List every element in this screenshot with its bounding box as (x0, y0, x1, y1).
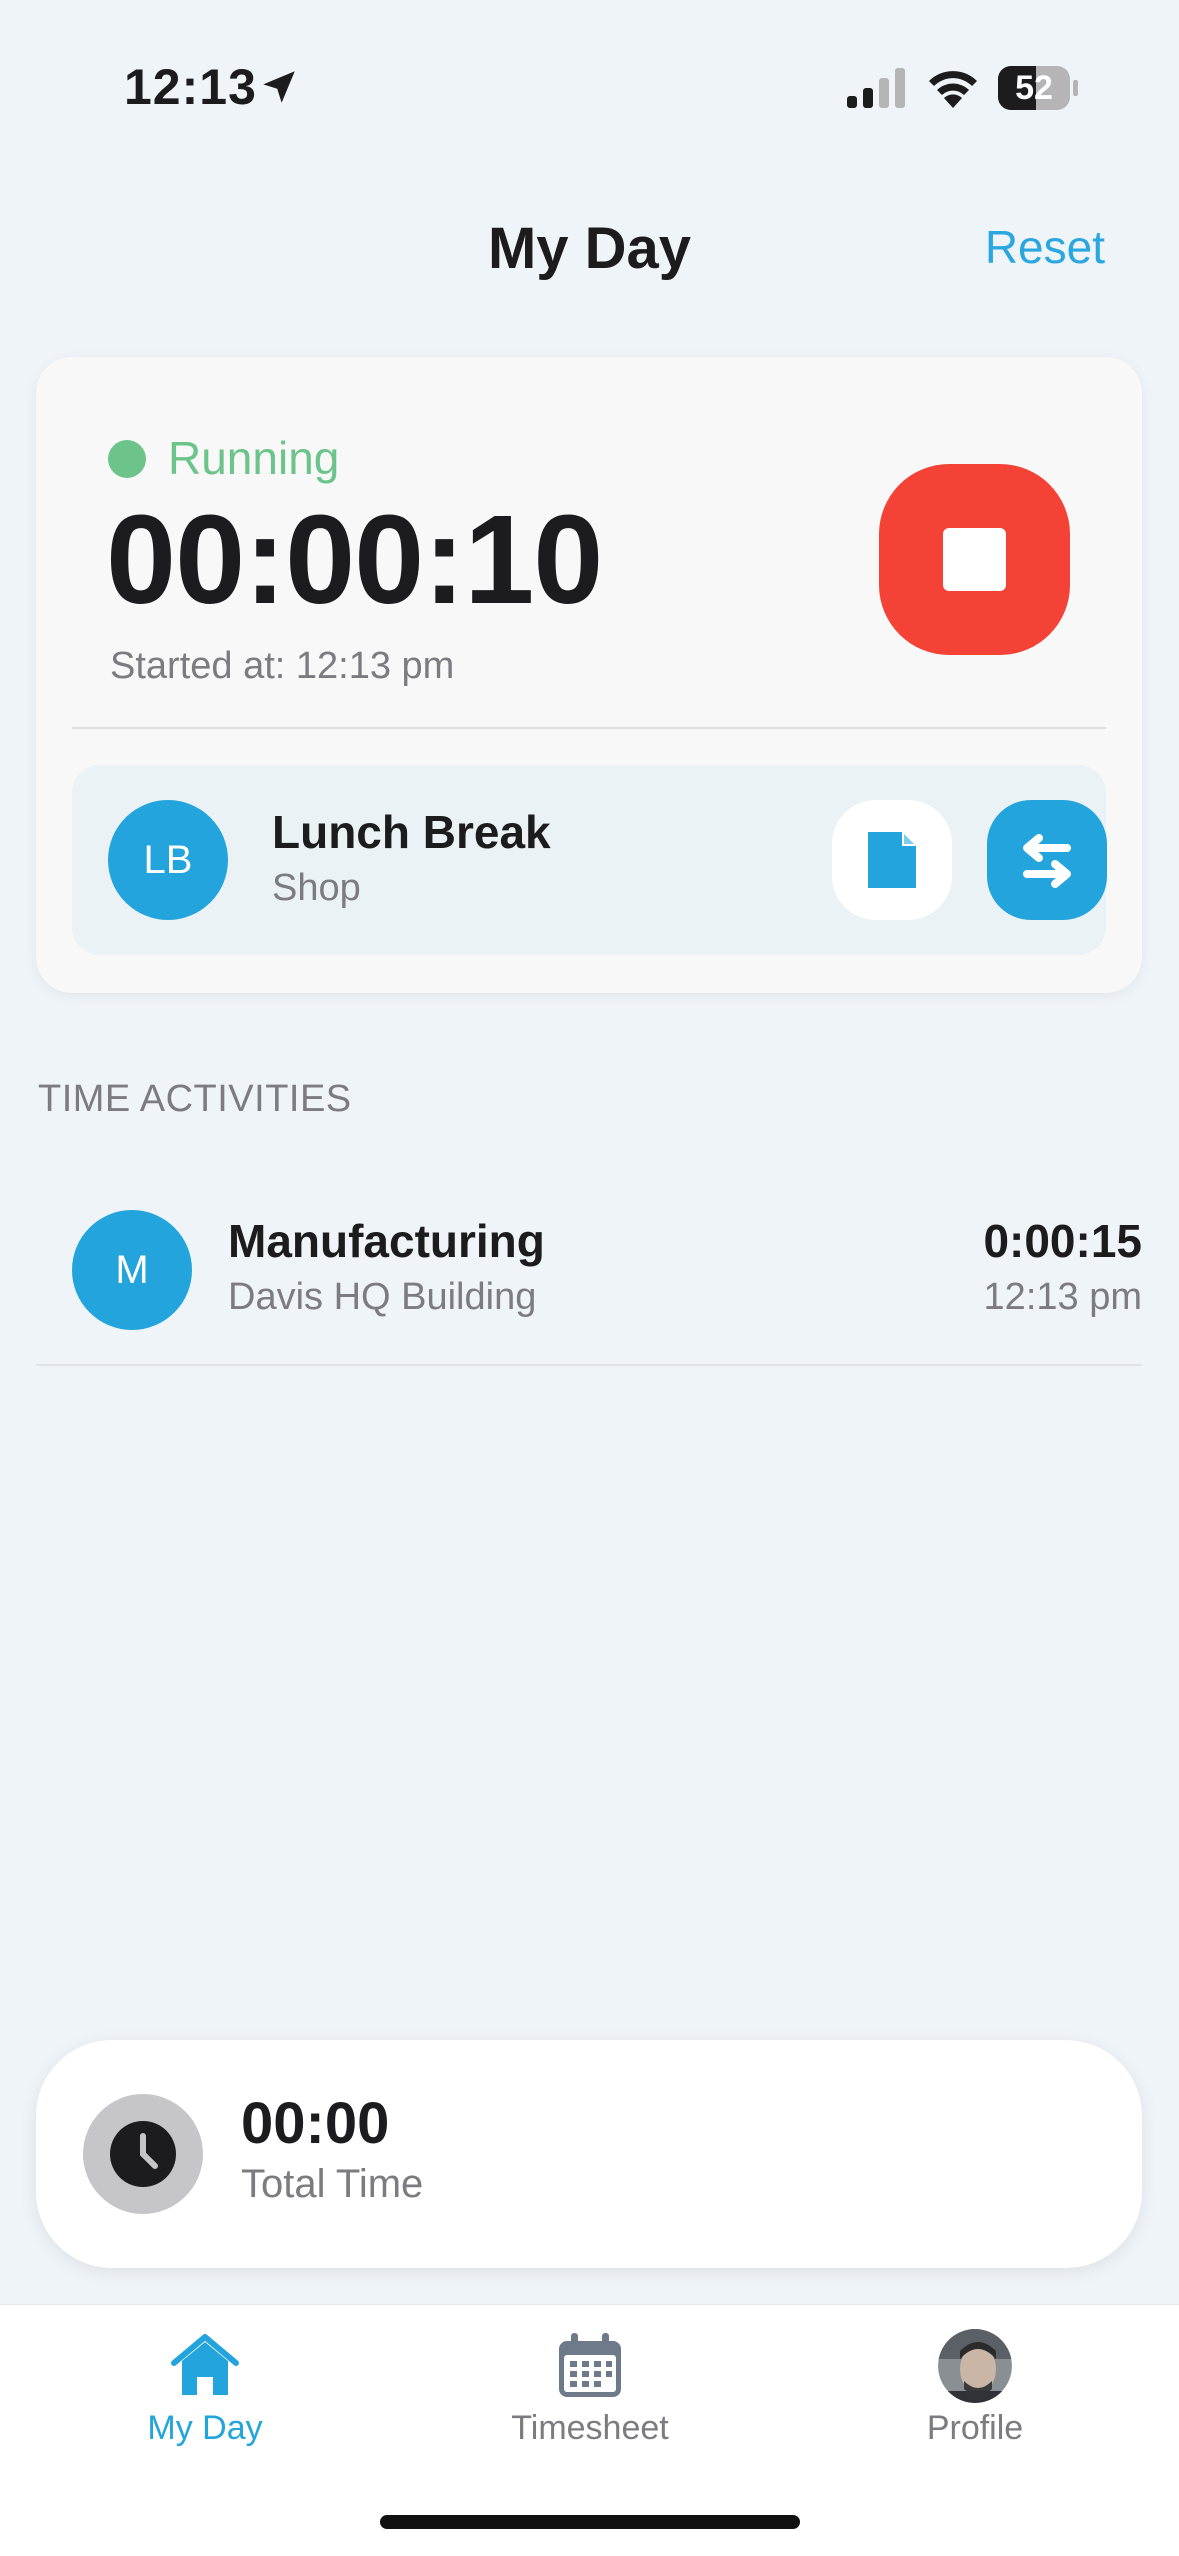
my-day-screen: 12:13 52 My Day Reset Running 00:00:10 S… (0, 0, 1179, 2556)
reset-button[interactable]: Reset (985, 220, 1105, 274)
document-icon (868, 832, 916, 888)
timer-status: Running (168, 432, 340, 484)
tab-timesheet[interactable]: Timesheet (460, 2329, 720, 2459)
tab-label-my-day: My Day (147, 2409, 263, 2447)
clock-icon (110, 2121, 176, 2187)
section-title-time-activities: TIME ACTIVITIES (38, 1078, 352, 1120)
home-icon (171, 2334, 239, 2395)
cellular-signal-icon (847, 68, 905, 108)
tab-label-timesheet: Timesheet (511, 2409, 669, 2447)
tab-label-profile: Profile (926, 2409, 1024, 2447)
tab-profile[interactable]: Profile (845, 2329, 1105, 2459)
timer-card: Running 00:00:10 Started at: 12:13 pm LB… (36, 357, 1142, 993)
total-time-label: Total Time (241, 2162, 424, 2206)
activity-divider (36, 1364, 1142, 1366)
location-arrow-icon (263, 71, 295, 103)
job-name: Lunch Break (272, 806, 551, 858)
switch-job-button[interactable] (987, 800, 1107, 920)
battery-level: 52 (1015, 69, 1053, 107)
home-indicator (380, 2515, 800, 2529)
status-time: 12:13 (124, 59, 257, 115)
status-bar: 12:13 52 (0, 0, 1179, 160)
job-location: Shop (272, 867, 361, 909)
activity-time: 12:13 pm (983, 1276, 1142, 1318)
card-divider (72, 727, 1106, 729)
elapsed-time: 00:00:10 (106, 489, 603, 630)
calendar-icon (559, 2333, 621, 2397)
stop-icon (943, 528, 1006, 591)
activity-row[interactable]: M Manufacturing Davis HQ Building 0:00:1… (36, 1190, 1142, 1366)
tab-my-day[interactable]: My Day (75, 2329, 335, 2459)
activity-location: Davis HQ Building (228, 1276, 537, 1318)
stop-button[interactable] (879, 464, 1070, 655)
activity-duration: 0:00:15 (983, 1215, 1142, 1267)
started-at: Started at: 12:13 pm (110, 645, 455, 687)
profile-avatar (938, 2329, 1012, 2403)
swap-arrows-icon (1023, 834, 1071, 888)
activity-avatar: M (72, 1210, 192, 1330)
current-job-row[interactable]: LB Lunch Break Shop (72, 765, 1107, 955)
job-avatar: LB (108, 800, 228, 920)
total-clock-badge (83, 2094, 203, 2214)
total-time-value: 00:00 (241, 2091, 390, 2156)
notes-button[interactable] (832, 800, 952, 920)
wifi-icon (929, 71, 977, 108)
total-time-card[interactable]: 00:00 Total Time (36, 2040, 1142, 2268)
running-status-dot (108, 440, 146, 478)
activity-name: Manufacturing (228, 1215, 545, 1267)
